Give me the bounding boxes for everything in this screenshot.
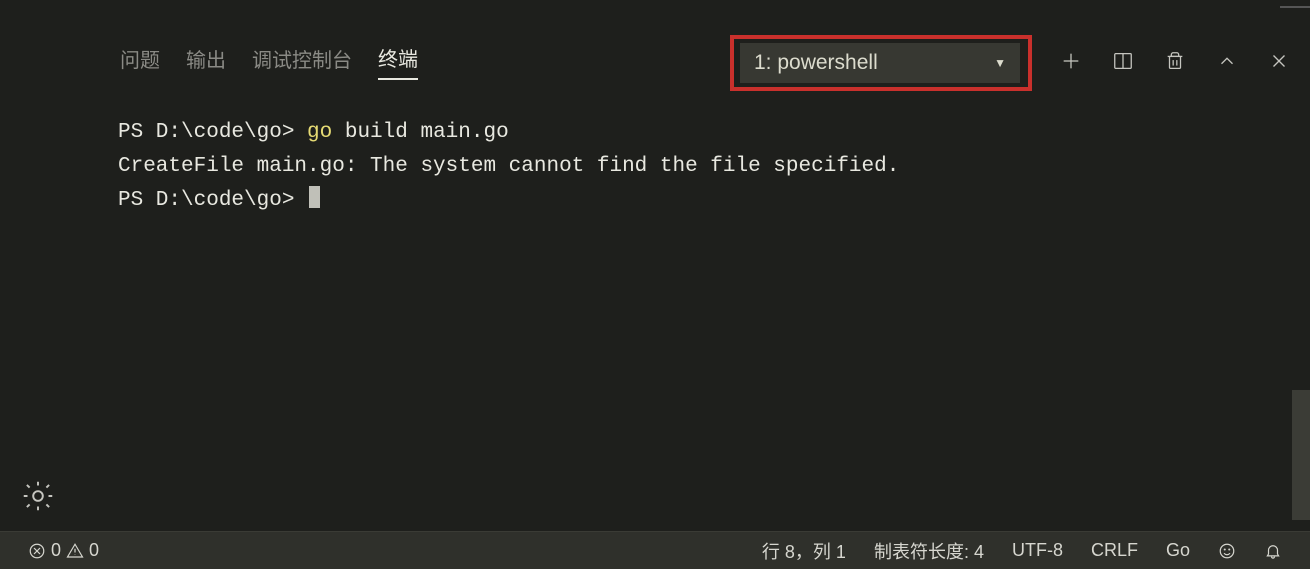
top-divider bbox=[1280, 6, 1310, 8]
status-error-count: 0 bbox=[51, 540, 61, 561]
tab-output[interactable]: 输出 bbox=[186, 44, 226, 79]
terminal-cursor bbox=[309, 186, 320, 208]
scrollbar-thumb[interactable] bbox=[1292, 390, 1310, 520]
terminal-line: PS D:\code\go> bbox=[118, 189, 320, 212]
split-terminal-button[interactable] bbox=[1110, 50, 1136, 76]
bell-icon bbox=[1264, 542, 1282, 560]
status-problems[interactable]: 0 0 bbox=[22, 540, 105, 561]
status-language[interactable]: Go bbox=[1156, 540, 1200, 561]
status-tab-size[interactable]: 制表符长度: 4 bbox=[864, 538, 994, 564]
status-notifications[interactable] bbox=[1254, 542, 1292, 560]
status-feedback[interactable] bbox=[1208, 542, 1246, 560]
close-panel-button[interactable] bbox=[1266, 50, 1292, 76]
warning-icon bbox=[66, 542, 84, 560]
chevron-up-icon bbox=[1216, 50, 1238, 77]
panel-header: 问题 输出 调试控制台 终端 1: powershell ▼ bbox=[0, 36, 1310, 86]
plus-icon bbox=[1060, 50, 1082, 77]
status-left: 0 0 bbox=[22, 540, 105, 561]
smiley-icon bbox=[1218, 542, 1236, 560]
terminal-selector-label: 1: powershell bbox=[754, 51, 878, 75]
chevron-down-icon: ▼ bbox=[994, 56, 1006, 70]
app-root: 问题 输出 调试控制台 终端 1: powershell ▼ bbox=[0, 0, 1310, 569]
error-icon bbox=[28, 542, 46, 560]
kill-terminal-button[interactable] bbox=[1162, 50, 1188, 76]
status-right: 行 8，列 1 制表符长度: 4 UTF-8 CRLF Go bbox=[752, 538, 1292, 564]
terminal-selector[interactable]: 1: powershell ▼ bbox=[740, 43, 1020, 83]
maximize-panel-button[interactable] bbox=[1214, 50, 1240, 76]
status-eol[interactable]: CRLF bbox=[1081, 540, 1148, 561]
highlight-annotation: 1: powershell ▼ bbox=[730, 35, 1032, 91]
status-cursor-position[interactable]: 行 8，列 1 bbox=[752, 538, 856, 564]
manage-button[interactable] bbox=[20, 478, 56, 519]
trash-icon bbox=[1164, 50, 1186, 77]
split-icon bbox=[1112, 50, 1134, 77]
gear-icon bbox=[20, 501, 56, 518]
tab-debug-console[interactable]: 调试控制台 bbox=[252, 44, 352, 79]
status-bar: 0 0 行 8，列 1 制表符长度: 4 UTF-8 CRLF Go bbox=[0, 531, 1310, 569]
terminal-output[interactable]: PS D:\code\go> go build main.go CreateFi… bbox=[0, 86, 1310, 531]
tab-problems[interactable]: 问题 bbox=[120, 44, 160, 79]
terminal-line: PS D:\code\go> go build main.go bbox=[118, 121, 509, 144]
panel-tabs: 问题 输出 调试控制台 终端 bbox=[120, 43, 418, 80]
tab-terminal[interactable]: 终端 bbox=[378, 43, 418, 80]
status-warning-count: 0 bbox=[89, 540, 99, 561]
panel-header-actions: 1: powershell ▼ bbox=[730, 36, 1292, 90]
status-encoding[interactable]: UTF-8 bbox=[1002, 540, 1073, 561]
terminal-line: CreateFile main.go: The system cannot fi… bbox=[118, 155, 899, 178]
close-icon bbox=[1268, 50, 1290, 77]
new-terminal-button[interactable] bbox=[1058, 50, 1084, 76]
